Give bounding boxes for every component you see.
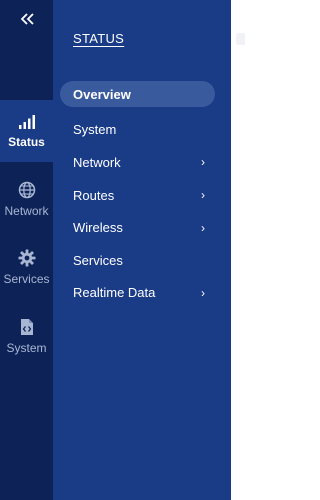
- menu-item-overview[interactable]: Overview: [53, 81, 231, 114]
- submenu-list: Overview System Network › Routes › Wirel…: [53, 81, 231, 309]
- gear-icon: [18, 249, 35, 266]
- collapse-sidebar-button[interactable]: [0, 0, 53, 38]
- menu-item-realtime-data[interactable]: Realtime Data ›: [53, 277, 231, 310]
- rail-item-status[interactable]: Status: [0, 100, 53, 162]
- content-card-edge: [236, 33, 245, 45]
- chevron-right-icon: ›: [201, 285, 205, 300]
- menu-item-label: Network: [73, 154, 121, 170]
- rail-item-label: Network: [4, 203, 49, 218]
- menu-item-services[interactable]: Services: [53, 244, 231, 277]
- chevron-right-icon: ›: [201, 220, 205, 235]
- rail-item-network[interactable]: Network: [0, 168, 53, 230]
- rail-item-label: Status: [8, 134, 45, 149]
- chevron-right-icon: ›: [201, 188, 205, 203]
- rail-item-system[interactable]: System: [0, 305, 53, 367]
- rail-item-label: System: [6, 340, 47, 355]
- status-submenu: STATUS Overview System Network › Routes …: [53, 0, 231, 500]
- app-window: Status Network Services System STATUS Ov…: [0, 0, 245, 500]
- rail-item-label: Services: [3, 271, 50, 286]
- menu-item-label: Overview: [73, 87, 131, 102]
- double-chevron-left-icon: [20, 13, 34, 25]
- signal-bars-icon: [18, 114, 35, 129]
- menu-item-network[interactable]: Network ›: [53, 146, 231, 179]
- menu-item-label: System: [73, 122, 117, 138]
- content-area: [231, 0, 245, 500]
- menu-item-routes[interactable]: Routes ›: [53, 179, 231, 212]
- menu-item-wireless[interactable]: Wireless ›: [53, 211, 231, 244]
- submenu-title: STATUS: [73, 31, 125, 46]
- chevron-right-icon: ›: [201, 155, 205, 170]
- menu-item-label: Realtime Data: [73, 285, 156, 301]
- icon-rail: Status Network Services System: [0, 0, 53, 500]
- menu-item-label: Wireless: [73, 220, 123, 236]
- menu-item-label: Services: [73, 252, 123, 268]
- globe-icon: [18, 181, 35, 198]
- menu-item-label: Routes: [73, 187, 115, 203]
- rail-item-services[interactable]: Services: [0, 236, 53, 298]
- code-file-icon: [20, 318, 33, 335]
- menu-item-system[interactable]: System: [53, 114, 231, 147]
